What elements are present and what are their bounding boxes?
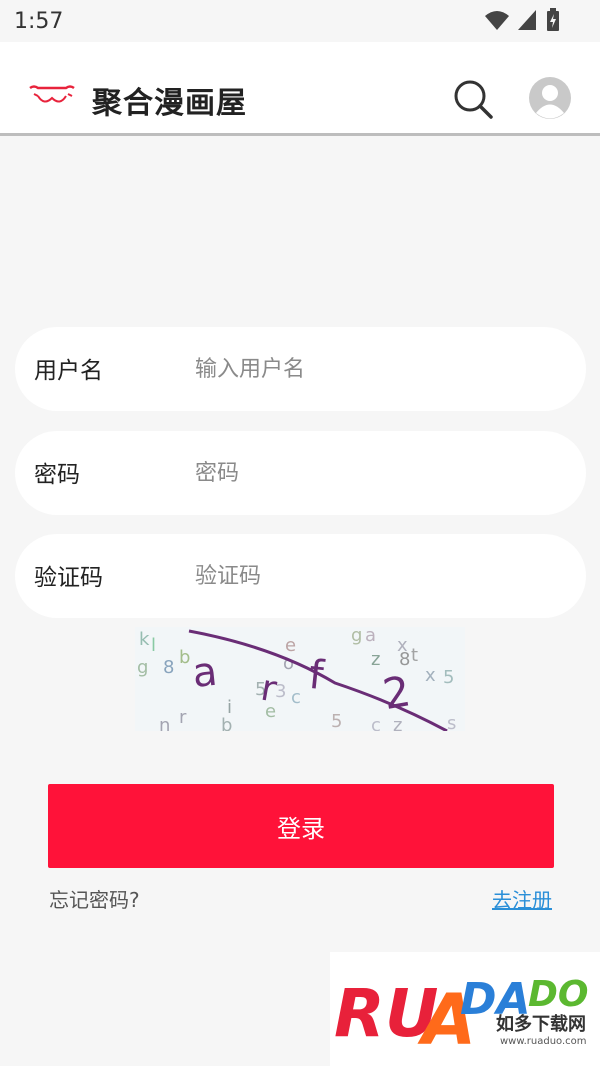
battery-icon	[547, 8, 559, 31]
status-time: 1:57	[14, 9, 64, 34]
search-icon[interactable]	[452, 78, 494, 120]
app-title: 聚合漫画屋	[92, 86, 247, 121]
svg-text:c: c	[291, 687, 301, 708]
svg-text:a: a	[365, 627, 376, 646]
svg-text:k: k	[139, 629, 150, 650]
svg-text:8: 8	[163, 657, 174, 678]
svg-text:s: s	[447, 713, 456, 731]
captcha-label: 验证码	[34, 565, 103, 591]
svg-text:r: r	[179, 707, 187, 728]
password-field: 密码	[15, 431, 586, 515]
svg-text:5: 5	[443, 667, 454, 688]
signal-icon	[518, 10, 536, 30]
avatar-icon[interactable]	[528, 76, 572, 120]
svg-text:5: 5	[331, 711, 342, 731]
svg-text:n: n	[159, 715, 170, 731]
login-button[interactable]: 登录	[48, 784, 554, 868]
status-bar: 1:57	[0, 0, 600, 42]
svg-text:t: t	[411, 645, 418, 666]
register-link[interactable]: 去注册	[492, 884, 552, 913]
svg-text:c: c	[371, 715, 381, 731]
captcha-input[interactable]	[195, 550, 565, 602]
svg-text:b: b	[221, 715, 232, 731]
forgot-password-link[interactable]: 忘记密码?	[49, 884, 140, 913]
svg-text:a: a	[190, 649, 219, 697]
svg-text:b: b	[179, 647, 190, 668]
password-label: 密码	[34, 462, 80, 488]
captcha-field: 验证码	[15, 534, 586, 618]
svg-text:z: z	[371, 649, 380, 670]
svg-text:DO: DO	[528, 974, 589, 1015]
app-header: 聚合漫画屋	[0, 42, 600, 136]
password-input[interactable]	[195, 447, 565, 499]
username-label: 用户名	[34, 358, 103, 384]
captcha-image[interactable]: k l g 8 b e o g a x z 8 t x 5 5 3 c i r …	[135, 627, 465, 731]
watermark-logo: RU A DA DO 如多下载网 www.ruaduo.com	[330, 952, 600, 1066]
watermark-tagline: 如多下载网	[496, 1013, 586, 1035]
svg-text:x: x	[425, 665, 436, 686]
svg-text:l: l	[151, 635, 156, 656]
wifi-icon	[485, 11, 509, 30]
svg-text:g: g	[137, 657, 148, 678]
username-field: 用户名	[15, 327, 586, 411]
username-input[interactable]	[195, 343, 565, 395]
svg-text:o: o	[283, 653, 294, 674]
svg-text:g: g	[351, 627, 362, 646]
watermark-url: www.ruaduo.com	[500, 1036, 587, 1047]
logo-icon	[29, 85, 75, 103]
watermark-graphic: RU A DA DO 如多下载网 www.ruaduo.com	[330, 952, 600, 1066]
